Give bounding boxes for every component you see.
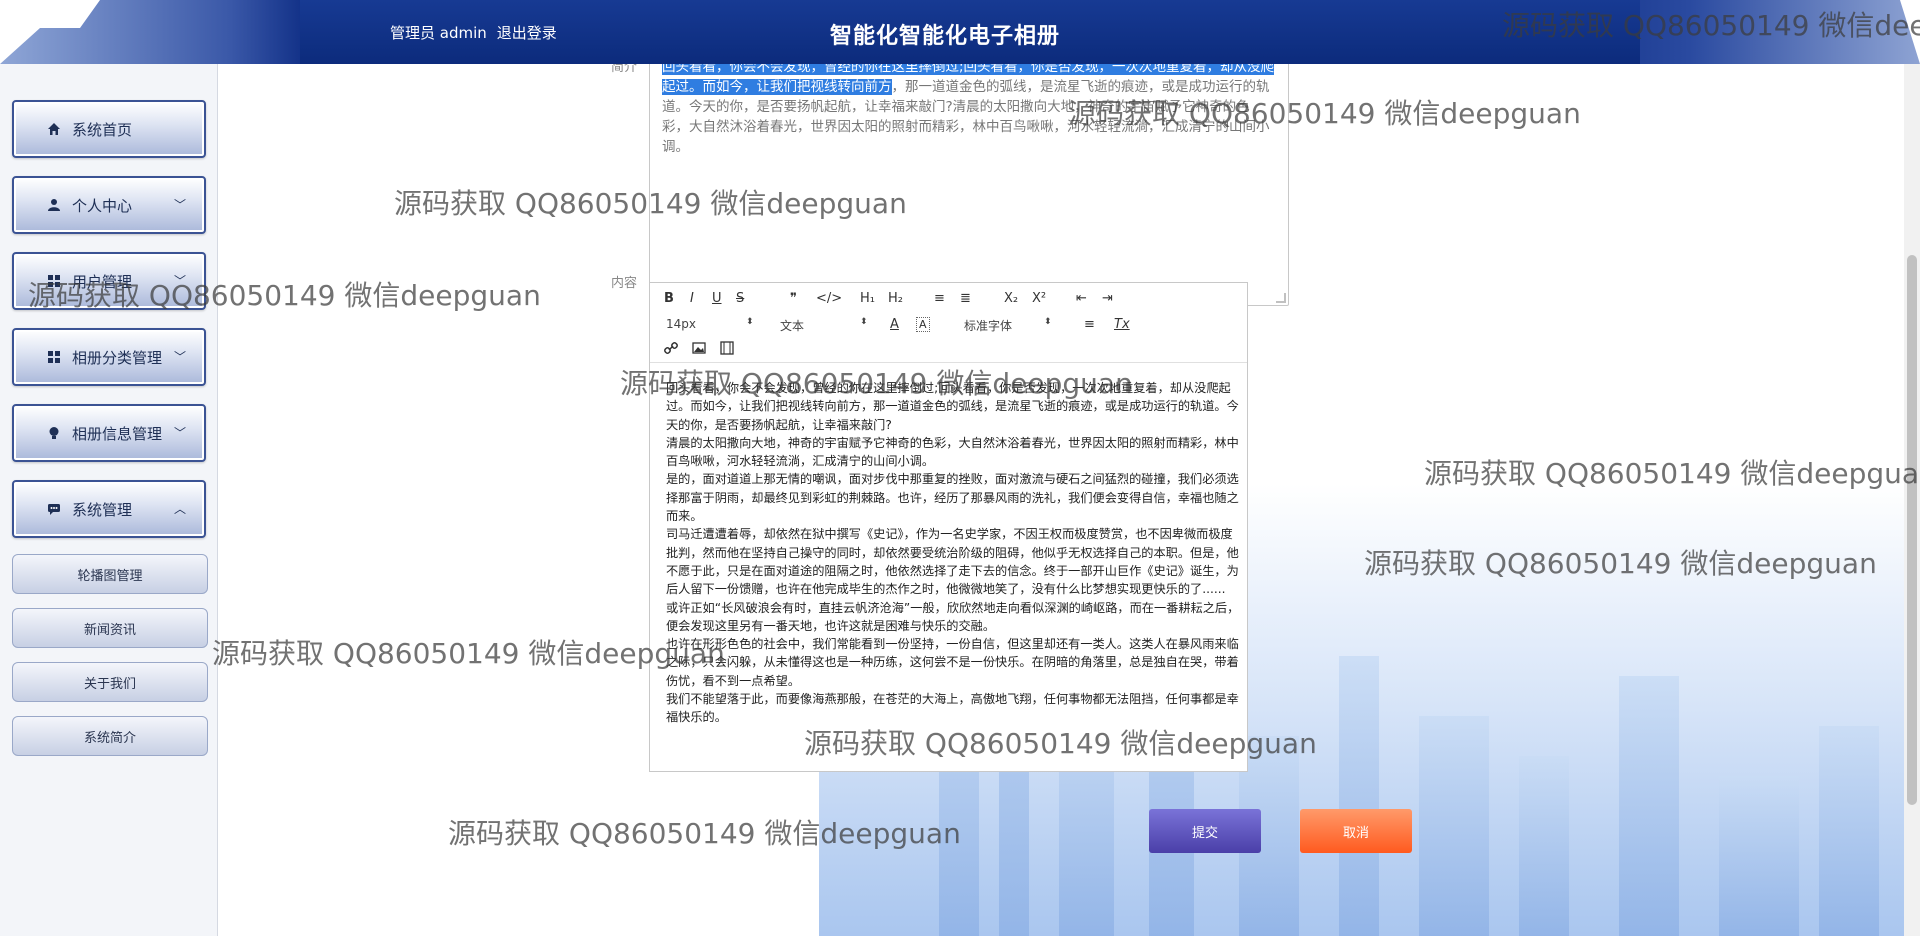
sidebar-sub-carousel[interactable]: 轮播图管理 [12, 554, 208, 594]
sidebar-item-users[interactable]: 用户管理 ﹀ [12, 252, 206, 310]
editor-paragraph: 司马迁遭遭着辱，却依然在狱中撰写《史记》，作为一名史学家，不因王权而极度赞赏，也… [666, 527, 1239, 597]
underline-button[interactable]: U [712, 291, 722, 306]
sidebar-item-home[interactable]: 系统首页 [12, 100, 206, 158]
outdent-button[interactable]: ⇤ [1076, 291, 1087, 306]
editor-paragraph: 或许正如“长风破浪会有时，直挂云帆济沧海”一般，欣欣然地走向看似深渊的崎岖路，而… [666, 600, 1240, 633]
editor-toolbar: B I U S ❞ </> H₁ H₂ ≡ ≣ X₂ X² ⇤ ⇥ 14px ⬍… [650, 283, 1247, 363]
grid-icon [46, 349, 62, 365]
editor-paragraph: 是的，面对道道上那无情的嘲讽，面对步伐中那重复的挫败，面对激流与硬石之间猛烈的碰… [666, 472, 1239, 524]
sidebar-item-label: 用户管理 [72, 272, 133, 291]
bulb-icon [46, 425, 62, 441]
select-caret-icon: ⬍ [1044, 317, 1052, 327]
block-format-select[interactable]: 文本 ⬍ [780, 317, 870, 334]
block-format-value: 文本 [780, 319, 805, 333]
strike-button[interactable]: S [736, 291, 744, 306]
font-size-select[interactable]: 14px ⬍ [666, 317, 756, 331]
superscript-button[interactable]: X² [1032, 291, 1046, 306]
ordered-list-button[interactable]: ≡ [934, 291, 945, 306]
bullet-list-button[interactable]: ≣ [960, 291, 971, 306]
intro-textarea[interactable]: 回头看看，你会不会发现，曾经的你在这里摔倒过;回头看看，你是否发现，一次次地重复… [649, 64, 1289, 306]
background-color-button[interactable]: A [916, 317, 930, 332]
video-icon[interactable] [720, 341, 734, 359]
sidebar-sub-about[interactable]: 关于我们 [12, 662, 208, 702]
h2-button[interactable]: H₂ [888, 291, 903, 306]
h1-button[interactable]: H₁ [860, 291, 875, 306]
quote-button[interactable]: ❞ [790, 291, 797, 306]
chevron-down-icon: ﹀ [173, 426, 186, 440]
editor-paragraph: 回头看看，你会不会发现，曾经的你在这里摔倒过;回头看看，你是否发现，一次次地重复… [666, 381, 1239, 432]
sidebar-item-label: 系统首页 [72, 120, 133, 139]
align-button[interactable]: ≡ [1084, 317, 1095, 332]
clean-format-button[interactable]: Tx [1114, 317, 1130, 332]
user-icon [46, 197, 62, 213]
page-scrollbar-thumb[interactable] [1907, 255, 1917, 805]
image-icon[interactable] [692, 341, 706, 359]
editor-content[interactable]: 回头看看，你会不会发现，曾经的你在这里摔倒过;回头看看，你是否发现，一次次地重复… [666, 379, 1241, 763]
cancel-button[interactable]: 取消 [1300, 809, 1412, 853]
select-caret-icon: ⬍ [746, 317, 754, 327]
chevron-down-icon: ﹀ [173, 350, 186, 364]
sidebar-sub-news[interactable]: 新闻资讯 [12, 608, 208, 648]
font-color-button[interactable]: A [890, 317, 899, 332]
chevron-up-icon: ︿ [173, 502, 186, 516]
editor-paragraph: 我们不能望落于此，而要像海燕那般，在苍茫的大海上，高傲地飞翔，任何事物都无法阻挡… [666, 692, 1239, 725]
app-title: 智能化智能化电子相册 [830, 24, 1061, 49]
admin-label: 管理员 admin [390, 24, 487, 42]
font-family-value: 标准字体 [964, 319, 1013, 333]
sidebar-item-label: 个人中心 [72, 196, 133, 215]
rich-text-editor[interactable]: B I U S ❞ </> H₁ H₂ ≡ ≣ X₂ X² ⇤ ⇥ 14px ⬍… [649, 282, 1248, 772]
link-icon[interactable] [664, 341, 678, 359]
sidebar-item-profile[interactable]: 个人中心 ﹀ [12, 176, 206, 234]
select-caret-icon: ⬍ [860, 317, 868, 327]
editor-paragraph: 清晨的太阳撒向大地，神奇的宇宙赋予它神奇的色彩，大自然沐浴着春光，世界因太阳的照… [666, 435, 1239, 469]
content-label: 内容 [611, 276, 638, 291]
admin-info: 管理员 admin 退出登录 [390, 22, 557, 43]
indent-button[interactable]: ⇥ [1102, 291, 1113, 306]
main-content: 简介 回头看看，你会不会发现，曾经的你在这里摔倒过;回头看看，你是否发现，一次次… [219, 64, 1920, 936]
sidebar-item-label: 系统管理 [72, 500, 133, 519]
sidebar-item-album-info[interactable]: 相册信息管理 ﹀ [12, 404, 206, 462]
logout-link[interactable]: 退出登录 [497, 22, 557, 43]
intro-label: 简介 [611, 64, 638, 75]
sidebar-item-album-category[interactable]: 相册分类管理 ﹀ [12, 328, 206, 386]
resize-handle-icon[interactable] [1276, 293, 1286, 303]
bold-button[interactable]: B [664, 291, 674, 306]
code-block-button[interactable]: </> [816, 291, 842, 306]
home-icon [46, 121, 62, 137]
font-family-select[interactable]: 标准字体 ⬍ [964, 317, 1054, 334]
chevron-down-icon: ﹀ [173, 274, 186, 288]
sidebar-item-label: 相册信息管理 [72, 424, 163, 443]
sidebar-item-system[interactable]: 系统管理 ︿ [12, 480, 206, 538]
italic-button[interactable]: I [690, 291, 694, 306]
font-size-value: 14px [666, 317, 696, 331]
sidebar-item-label: 相册分类管理 [72, 348, 163, 367]
sidebar-sub-intro[interactable]: 系统简介 [12, 716, 208, 756]
sidebar: 系统首页 个人中心 ﹀ 用户管理 ﹀ 相册分类管理 ﹀ 相册信息管理 ﹀ 系统管… [0, 64, 218, 936]
subscript-button[interactable]: X₂ [1004, 291, 1018, 306]
submit-button[interactable]: 提交 [1149, 809, 1261, 853]
chat-icon [46, 501, 62, 517]
chevron-down-icon: ﹀ [173, 198, 186, 212]
editor-paragraph: 也许在形形色色的社会中，我们常能看到一份坚持，一份自信，但这里却还有一类人。这类… [666, 637, 1239, 688]
grid-icon [46, 273, 62, 289]
